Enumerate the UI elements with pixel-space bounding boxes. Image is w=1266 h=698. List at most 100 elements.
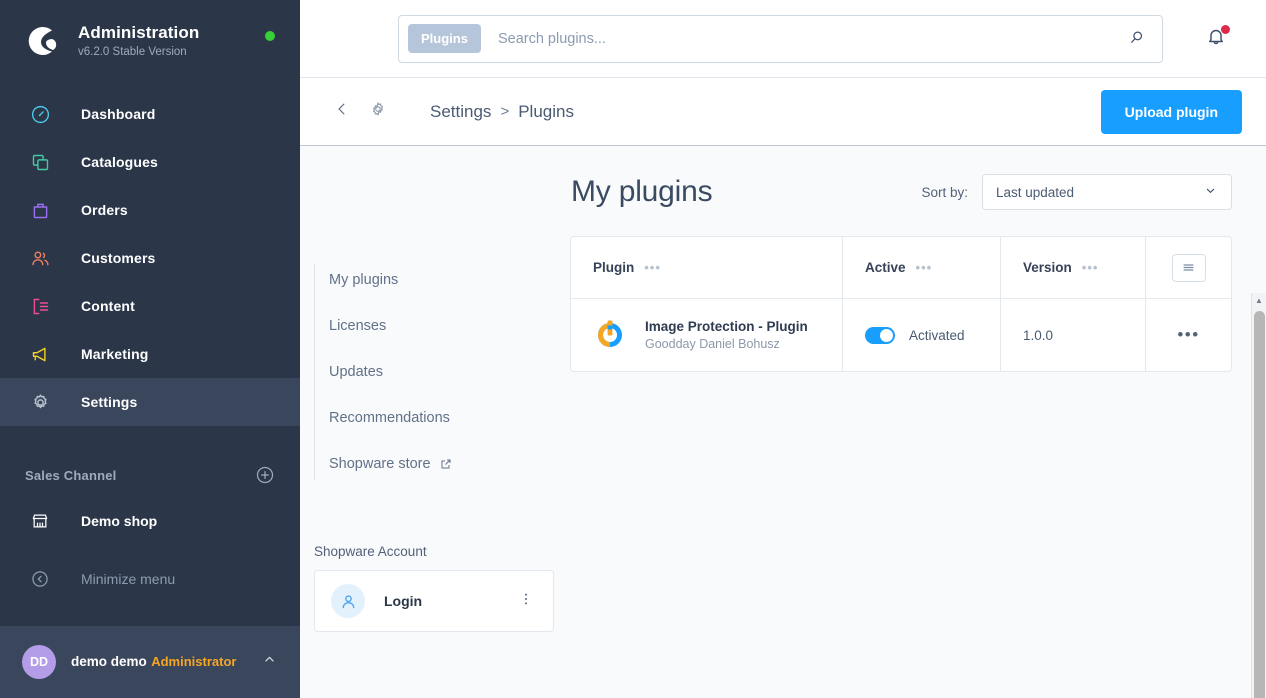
sidebar-nav: Dashboard Catalogues Orders bbox=[0, 90, 300, 426]
app-root: Administration v6.2.0 Stable Version Das… bbox=[0, 0, 1266, 698]
global-search-bar[interactable]: Plugins bbox=[398, 15, 1163, 63]
breadcrumb-parent[interactable]: Settings bbox=[430, 102, 491, 122]
chevron-left-circle-icon bbox=[25, 564, 55, 594]
sort-selected-value: Last updated bbox=[996, 185, 1074, 200]
column-header-actions bbox=[1146, 237, 1231, 298]
breadcrumb-current[interactable]: Plugins bbox=[518, 102, 574, 122]
search-input[interactable] bbox=[498, 31, 1118, 47]
column-label: Version bbox=[1023, 260, 1072, 275]
cell-active: Activated bbox=[843, 299, 1001, 371]
app-title: Administration bbox=[78, 23, 199, 43]
app-version: v6.2.0 Stable Version bbox=[78, 44, 199, 60]
minimize-menu-label: Minimize menu bbox=[81, 571, 175, 587]
content-icon bbox=[25, 291, 55, 321]
main-area: Plugins bbox=[300, 0, 1266, 698]
sidebar-item-settings[interactable]: Settings bbox=[0, 378, 300, 426]
brand-header[interactable]: Administration v6.2.0 Stable Version bbox=[0, 0, 300, 82]
plugin-meta: Image Protection - Plugin Goodday Daniel… bbox=[645, 318, 808, 353]
menu-item-recommendations[interactable]: Recommendations bbox=[329, 402, 570, 434]
plus-circle-icon[interactable] bbox=[255, 465, 275, 485]
sidebar-item-label: Content bbox=[81, 298, 135, 314]
user-account-bar[interactable]: DD demo demo Administrator bbox=[0, 626, 300, 698]
menu-item-my-plugins[interactable]: My plugins bbox=[329, 264, 570, 296]
menu-item-label: Updates bbox=[329, 364, 383, 380]
sidebar-item-dashboard[interactable]: Dashboard bbox=[0, 90, 300, 138]
upload-plugin-button[interactable]: Upload plugin bbox=[1101, 90, 1242, 134]
user-name: demo demo bbox=[71, 654, 147, 669]
dots-vertical-icon[interactable] bbox=[515, 591, 537, 612]
dots-horizontal-icon[interactable]: ••• bbox=[916, 260, 933, 275]
shopware-account-block: Shopware Account Login bbox=[314, 544, 570, 632]
page-title: My plugins bbox=[571, 175, 712, 209]
cell-version: 1.0.0 bbox=[1001, 299, 1146, 371]
sidebar-item-marketing[interactable]: Marketing bbox=[0, 330, 300, 378]
plugin-menu-list: My plugins Licenses Updates Recommendati… bbox=[314, 264, 570, 480]
plugin-power-logo-icon bbox=[593, 318, 627, 352]
notification-badge-dot bbox=[1221, 25, 1230, 34]
dots-horizontal-icon[interactable]: ••• bbox=[1082, 260, 1099, 275]
chevron-left-icon bbox=[333, 100, 351, 123]
column-header-version[interactable]: Version ••• bbox=[1001, 237, 1146, 298]
menu-item-licenses[interactable]: Licenses bbox=[329, 310, 570, 342]
sales-channel-label: Demo shop bbox=[81, 513, 157, 529]
table-row[interactable]: Image Protection - Plugin Goodday Daniel… bbox=[571, 299, 1231, 371]
sort-select[interactable]: Last updated bbox=[982, 174, 1232, 210]
orders-icon bbox=[25, 195, 55, 225]
sidebar-item-label: Marketing bbox=[81, 346, 148, 362]
plugins-panel: My plugins Sort by: Last updated bbox=[570, 146, 1266, 698]
sidebar-item-label: Catalogues bbox=[81, 154, 158, 170]
menu-item-label: Licenses bbox=[329, 318, 386, 334]
breadcrumb-bar: Settings > Plugins Upload plugin bbox=[300, 78, 1266, 146]
gear-icon bbox=[25, 387, 55, 417]
column-header-active[interactable]: Active ••• bbox=[843, 237, 1001, 298]
marketing-icon bbox=[25, 339, 55, 369]
sidebar-item-demo-shop[interactable]: Demo shop bbox=[0, 498, 300, 544]
scrollbar-thumb[interactable] bbox=[1254, 311, 1265, 698]
minimize-menu-button[interactable]: Minimize menu bbox=[0, 556, 300, 602]
dots-horizontal-icon[interactable]: ••• bbox=[1177, 325, 1199, 345]
sales-channel-title: Sales Channel bbox=[25, 468, 116, 483]
menu-item-shopware-store[interactable]: Shopware store bbox=[329, 448, 570, 480]
shop-icon bbox=[25, 506, 55, 536]
dashboard-icon bbox=[25, 99, 55, 129]
toggle-knob bbox=[880, 329, 893, 342]
cell-actions: ••• bbox=[1146, 299, 1231, 371]
breadcrumb-separator: > bbox=[500, 103, 509, 120]
sidebar-item-label: Customers bbox=[81, 250, 155, 266]
plugin-side-menu: My plugins Licenses Updates Recommendati… bbox=[300, 146, 570, 698]
search-icon bbox=[1127, 28, 1146, 50]
search-submit-button[interactable] bbox=[1118, 21, 1154, 57]
shopware-account-card[interactable]: Login bbox=[314, 570, 554, 632]
sort-control: Sort by: Last updated bbox=[921, 174, 1232, 210]
menu-item-label: My plugins bbox=[329, 272, 398, 288]
sidebar-item-label: Orders bbox=[81, 202, 128, 218]
vertical-scrollbar[interactable]: ▲ ▼ bbox=[1251, 293, 1266, 698]
menu-item-updates[interactable]: Updates bbox=[329, 356, 570, 388]
avatar: DD bbox=[22, 645, 56, 679]
account-login-label: Login bbox=[384, 593, 515, 609]
shopware-account-label: Shopware Account bbox=[314, 544, 570, 559]
active-label: Activated bbox=[909, 328, 965, 343]
dots-horizontal-icon[interactable]: ••• bbox=[644, 260, 661, 275]
active-toggle[interactable] bbox=[865, 327, 895, 344]
sidebar-item-catalogues[interactable]: Catalogues bbox=[0, 138, 300, 186]
hamburger-icon[interactable] bbox=[1172, 254, 1206, 282]
settings-shortcut-button[interactable] bbox=[364, 98, 392, 126]
status-indicator-dot bbox=[265, 31, 275, 41]
back-button[interactable] bbox=[328, 98, 356, 126]
triangle-up-icon[interactable]: ▲ bbox=[1252, 293, 1266, 308]
search-scope-tag[interactable]: Plugins bbox=[408, 24, 481, 53]
user-role: Administrator bbox=[151, 654, 236, 669]
menu-item-label: Recommendations bbox=[329, 410, 450, 426]
chevron-down-icon bbox=[1203, 183, 1218, 201]
chevron-up-icon[interactable] bbox=[261, 651, 278, 673]
sidebar-item-orders[interactable]: Orders bbox=[0, 186, 300, 234]
plugin-author: Goodday Daniel Bohusz bbox=[645, 336, 808, 353]
sidebar-item-content[interactable]: Content bbox=[0, 282, 300, 330]
sidebar-item-customers[interactable]: Customers bbox=[0, 234, 300, 282]
notifications-button[interactable] bbox=[1201, 24, 1231, 54]
sidebar: Administration v6.2.0 Stable Version Das… bbox=[0, 0, 300, 698]
column-label: Plugin bbox=[593, 260, 634, 275]
column-header-plugin[interactable]: Plugin ••• bbox=[571, 237, 843, 298]
content-area: My plugins Licenses Updates Recommendati… bbox=[300, 146, 1266, 698]
